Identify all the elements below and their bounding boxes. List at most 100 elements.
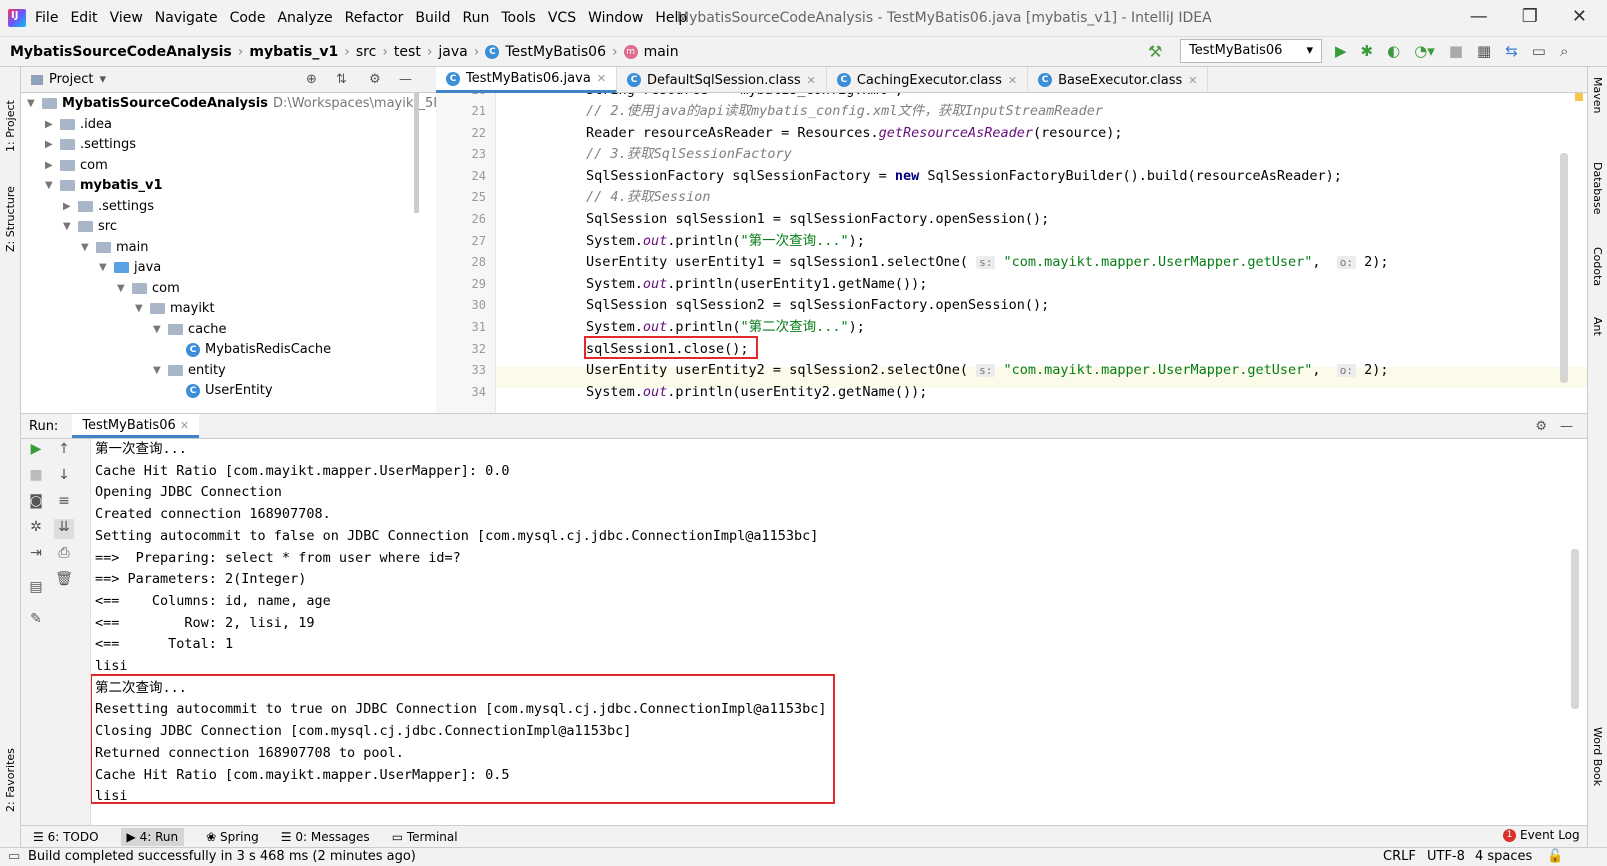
tree-node[interactable]: ▶ .settings	[45, 134, 136, 155]
tree-node[interactable]: ▼ main	[81, 237, 148, 258]
stop-icon[interactable]: ■	[26, 467, 46, 487]
tree-node[interactable]: ▼ mayikt	[135, 298, 215, 319]
stop-icon[interactable]: ■	[1449, 42, 1463, 60]
bottom-tab[interactable]: ☰ 0: Messages	[281, 830, 370, 844]
print-icon[interactable]: ⎙	[54, 545, 74, 565]
menu-analyze[interactable]: Analyze	[277, 10, 332, 26]
breadcrumb-item[interactable]: TestMyBatis06	[505, 44, 606, 60]
run-tab[interactable]: TestMyBatis06 ✕	[72, 414, 200, 438]
rerun-icon[interactable]: ▶	[26, 441, 46, 461]
coverage-icon[interactable]: ◐	[1387, 42, 1400, 60]
hide-icon[interactable]: —	[1560, 419, 1573, 434]
collapsed-arrow-icon[interactable]: ▶	[45, 155, 55, 176]
minimize-icon[interactable]: —	[1470, 6, 1488, 27]
pin-icon[interactable]: ✎	[26, 611, 46, 631]
breadcrumb-item[interactable]: java	[438, 44, 467, 60]
close-tab-icon[interactable]: ✕	[597, 72, 606, 85]
menu-file[interactable]: File	[35, 10, 58, 26]
project-tool-button[interactable]: 1: Project	[4, 100, 17, 152]
event-log-button[interactable]: 1 Event Log	[1503, 828, 1580, 842]
menu-run[interactable]: Run	[463, 10, 490, 26]
tree-node[interactable]: ▼ cache	[153, 319, 227, 340]
warning-marker-icon[interactable]	[1575, 93, 1583, 101]
run-console[interactable]: 第一次查询... Cache Hit Ratio [com.mayikt.mapp…	[91, 439, 1587, 825]
gear-icon[interactable]: ⚙	[369, 72, 381, 87]
hide-icon[interactable]: —	[399, 72, 412, 87]
menu-build[interactable]: Build	[415, 10, 450, 26]
menu-code[interactable]: Code	[230, 10, 266, 26]
expanded-arrow-icon[interactable]: ▼	[45, 175, 55, 196]
tree-node[interactable]: ▼ com	[117, 278, 180, 299]
breadcrumb-item[interactable]: test	[394, 44, 421, 60]
breadcrumb-item[interactable]: MybatisSourceCodeAnalysis	[10, 44, 232, 60]
structure-tool-button[interactable]: Z: Structure	[4, 186, 17, 252]
editor-scrollbar[interactable]	[1560, 153, 1568, 383]
close-icon[interactable]: ✕	[1572, 6, 1587, 27]
close-tab-icon[interactable]: ✕	[807, 74, 816, 87]
console-scrollbar[interactable]	[1571, 549, 1579, 709]
tree-node[interactable]: ▼ mybatis_v1	[45, 175, 163, 196]
layout-icon[interactable]: ▤	[26, 579, 46, 599]
expanded-arrow-icon[interactable]: ▼	[81, 237, 91, 258]
editor-tab[interactable]: C TestMyBatis06.java ✕	[436, 67, 618, 93]
locate-icon[interactable]: ⊕	[306, 72, 317, 87]
line-separator[interactable]: CRLF	[1383, 849, 1416, 864]
collapse-icon[interactable]: ⇅	[336, 72, 347, 87]
collapsed-arrow-icon[interactable]: ▶	[45, 114, 55, 135]
run-icon[interactable]: ▶	[1335, 42, 1347, 60]
project-structure-icon[interactable]: ▦	[1477, 42, 1491, 60]
expanded-arrow-icon[interactable]: ▼	[135, 298, 145, 319]
tree-node[interactable]: ▼ java	[99, 257, 161, 278]
tree-node[interactable]: ▶ com	[45, 155, 108, 176]
camera-icon[interactable]: ◙	[26, 493, 46, 513]
expanded-arrow-icon[interactable]: ▼	[99, 257, 109, 278]
build-status-icon[interactable]: ▭	[8, 849, 20, 864]
translate-icon[interactable]: ⇆	[1505, 42, 1518, 60]
indent-setting[interactable]: 4 spaces	[1475, 849, 1532, 864]
presentation-icon[interactable]: ▭	[1532, 42, 1546, 60]
build-hammer-icon[interactable]: ⚒	[1148, 42, 1162, 61]
bottom-tab[interactable]: ▭ Terminal	[392, 830, 458, 844]
tree-node[interactable]: C MybatisRedisCache	[171, 339, 331, 360]
menu-tools[interactable]: Tools	[501, 10, 536, 26]
run-configuration-select[interactable]: TestMyBatis06 ▾	[1180, 39, 1322, 63]
tree-node[interactable]: ▼ entity	[153, 360, 226, 381]
breadcrumb-item[interactable]: src	[356, 44, 376, 60]
maximize-icon[interactable]: ❐	[1522, 6, 1538, 27]
project-scrollbar[interactable]	[414, 93, 419, 213]
code-editor[interactable]: String resource = "mybatis_config.xml"; 2…	[436, 93, 1587, 413]
menu-edit[interactable]: Edit	[70, 10, 97, 26]
search-icon[interactable]: ⌕	[1560, 42, 1568, 60]
menu-window[interactable]: Window	[588, 10, 643, 26]
status-message[interactable]: Build completed successfully in 3 s 468 …	[28, 849, 416, 864]
soft-wrap-icon[interactable]: ≡	[54, 493, 74, 513]
menu-vcs[interactable]: VCS	[548, 10, 576, 26]
menu-navigate[interactable]: Navigate	[155, 10, 218, 26]
scroll-down-icon[interactable]: ↓	[54, 467, 74, 487]
menu-refactor[interactable]: Refactor	[345, 10, 404, 26]
breadcrumb-item[interactable]: mybatis_v1	[249, 44, 338, 60]
tree-node[interactable]: ▶ .idea	[45, 114, 112, 135]
editor-tab[interactable]: C BaseExecutor.class ✕	[1028, 67, 1209, 93]
expanded-arrow-icon[interactable]: ▼	[63, 216, 73, 237]
bottom-tab[interactable]: ▶ 4: Run	[120, 827, 185, 846]
tree-node[interactable]: C UserEntity	[171, 380, 273, 401]
profile-icon[interactable]: ◔▾	[1414, 42, 1435, 60]
close-tab-icon[interactable]: ✕	[1008, 74, 1017, 87]
gear-icon[interactable]: ⚙	[1535, 419, 1547, 434]
debug-icon[interactable]: ✱	[1361, 42, 1374, 60]
editor-tab[interactable]: C CachingExecutor.class ✕	[827, 67, 1029, 93]
trash-icon[interactable]: 🗑	[54, 571, 74, 591]
close-tab-icon[interactable]: ✕	[1188, 74, 1197, 87]
project-panel-title[interactable]: Project	[49, 72, 93, 87]
collapsed-arrow-icon[interactable]: ▶	[63, 196, 73, 217]
tree-node[interactable]: ▼ MybatisSourceCodeAnalysis D:\Workspaces\…	[27, 93, 436, 114]
ant-tool-button[interactable]: Ant	[1591, 317, 1604, 336]
expanded-arrow-icon[interactable]: ▼	[153, 319, 163, 340]
file-encoding[interactable]: UTF-8	[1427, 849, 1465, 864]
collapsed-arrow-icon[interactable]: ▶	[45, 134, 55, 155]
menu-view[interactable]: View	[110, 10, 143, 26]
tree-node[interactable]: ▼ src	[63, 216, 117, 237]
scroll-end-icon[interactable]: ⇊	[54, 519, 74, 539]
tree-node[interactable]: ▶ .settings	[63, 196, 154, 217]
